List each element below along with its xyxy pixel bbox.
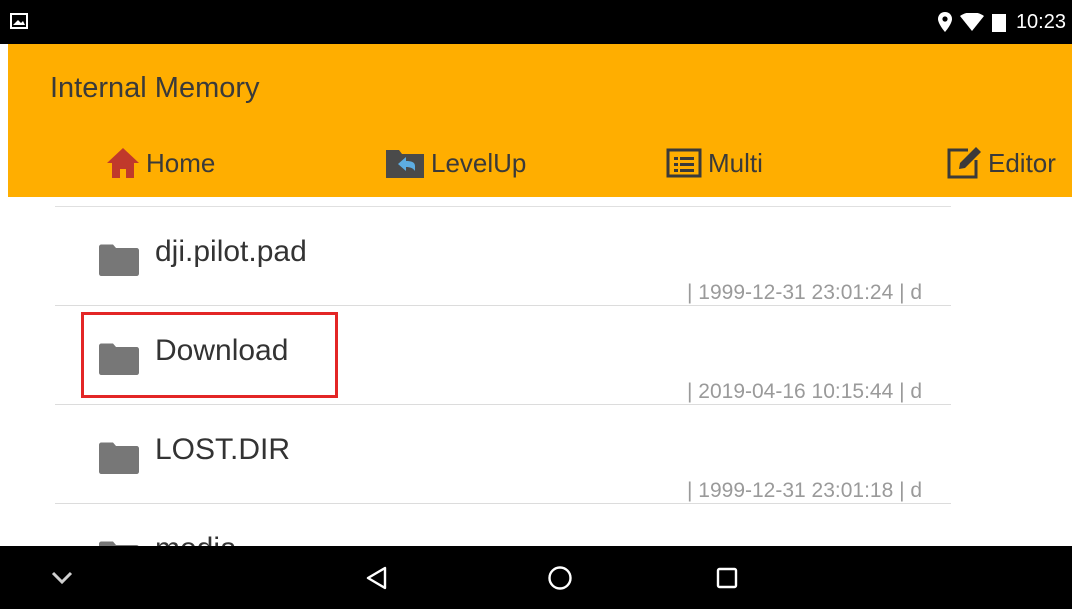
multi-button-label: Multi	[708, 147, 763, 178]
page-title: Internal Memory	[50, 72, 260, 104]
list-item[interactable]: LOST.DIR | 1999-12-31 23:01:18 | d	[55, 405, 951, 504]
file-name: Download	[155, 334, 289, 367]
collapse-button[interactable]	[32, 546, 92, 609]
folder-icon	[99, 244, 139, 276]
status-icons: 10:23	[937, 9, 1066, 35]
file-name: media	[155, 532, 237, 546]
editor-button-label: Editor	[988, 147, 1056, 178]
location-icon	[937, 12, 952, 32]
editor-button[interactable]: Editor	[946, 143, 1056, 183]
file-meta: | 1999-12-31 23:01:18 | d	[687, 479, 923, 502]
status-bar: 10:23	[0, 0, 1072, 44]
multi-button[interactable]: Multi	[666, 143, 763, 183]
file-list[interactable]: dji.pilot.pad | 1999-12-31 23:01:24 | d …	[55, 197, 951, 546]
back-icon	[366, 566, 387, 589]
home-nav-button[interactable]	[530, 546, 590, 609]
battery-icon	[991, 14, 1006, 32]
folder-levelup-icon	[386, 150, 424, 178]
status-time: 10:23	[1015, 10, 1066, 33]
file-meta: | 2019-04-16 10:15:44 | d	[687, 380, 923, 403]
levelup-button[interactable]: LevelUp	[385, 143, 526, 183]
back-button[interactable]	[347, 546, 407, 609]
home-button-label: Home	[146, 147, 216, 178]
image-icon	[10, 13, 28, 29]
chevron-down-icon	[51, 571, 73, 584]
home-icon	[107, 148, 139, 178]
folder-icon	[99, 442, 139, 474]
file-meta: | 1999-12-31 23:01:24 | d	[687, 281, 923, 304]
navigation-bar	[0, 546, 1072, 609]
app-header: Internal Memory Home LevelUp Multi Edito…	[8, 44, 1072, 197]
home-circle-icon	[548, 565, 572, 590]
multi-select-icon	[666, 148, 702, 178]
wifi-icon	[959, 13, 984, 31]
list-item[interactable]: media	[55, 504, 951, 546]
recents-button[interactable]	[697, 546, 757, 609]
list-item[interactable]: dji.pilot.pad | 1999-12-31 23:01:24 | d	[55, 207, 951, 306]
levelup-button-label: LevelUp	[431, 147, 527, 178]
edit-icon	[947, 147, 981, 179]
list-item[interactable]: Download | 2019-04-16 10:15:44 | d	[55, 306, 951, 405]
file-name: LOST.DIR	[155, 433, 291, 466]
home-button[interactable]: Home	[106, 143, 215, 183]
folder-icon	[99, 343, 139, 375]
recents-square-icon	[716, 567, 738, 588]
file-name: dji.pilot.pad	[155, 235, 307, 268]
